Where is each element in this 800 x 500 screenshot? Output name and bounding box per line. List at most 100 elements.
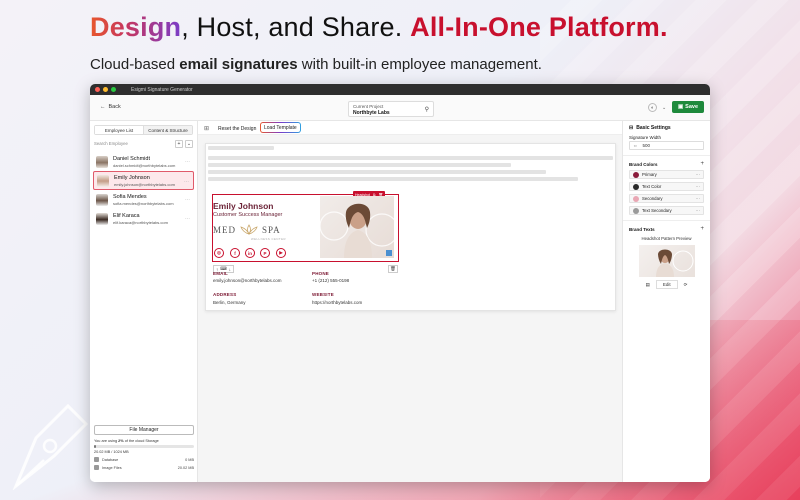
employee-item[interactable]: Sofia Mendes sofia.mendes@northbytelabs.c… xyxy=(93,190,194,209)
storage-usage: 20.02 MB / 1024 MB xyxy=(94,450,129,454)
more-options-icon[interactable]: ⋯ xyxy=(185,216,190,222)
storage-row-images: Image Files 20.02 MB xyxy=(94,465,194,470)
hero-title: Design, Host, and Share. All-In-One Plat… xyxy=(90,12,668,43)
storage-row-label: Image Files xyxy=(102,465,122,470)
current-project-selector[interactable]: Current Project Northbyte Labs ⚲ xyxy=(348,101,434,117)
add-employee-button[interactable]: + xyxy=(175,139,183,148)
back-label: Back xyxy=(108,104,121,110)
editor-toolbar: ⊞ Reset the Design Load Template xyxy=(198,121,622,135)
color-swatch xyxy=(633,207,639,214)
linkedin-icon[interactable]: in xyxy=(245,248,255,258)
project-label: Current Project xyxy=(353,104,384,109)
employee-item[interactable]: Daniel Schmidt daniel.schmidt@northbytela… xyxy=(93,152,194,171)
employee-item[interactable]: Elif Karaca elif.karaca@northbytelabs.com… xyxy=(93,209,194,228)
employee-sidebar: Employee List Content & Structure Search… xyxy=(90,121,198,482)
logo-text-left: MED xyxy=(213,224,236,235)
facebook-icon[interactable]: f xyxy=(230,248,240,258)
edit-headshot-button[interactable]: Edit xyxy=(655,280,678,289)
grid-icon[interactable]: ⊞ xyxy=(204,125,209,132)
color-name: Text Color xyxy=(642,184,662,189)
signature-width-label: Signature Width xyxy=(629,135,662,140)
arrow-down-icon[interactable]: ↓ xyxy=(229,267,231,272)
back-button[interactable]: ← Back xyxy=(100,104,121,110)
brand-colors-title: Brand Colors xyxy=(629,161,658,167)
color-swatch xyxy=(633,195,639,202)
employee-item-selected[interactable]: Emily Johnson emily.johnson@northbytelabs… xyxy=(93,171,194,190)
window-title: Esigmi Signature Generator xyxy=(131,86,193,93)
address-value: Berlin, Germany xyxy=(213,300,246,305)
employee-email: daniel.schmidt@northbytelabs.com xyxy=(113,162,176,168)
website-value: https://northbytelabs.com xyxy=(312,300,363,305)
load-template-button[interactable]: Load Template xyxy=(260,122,301,133)
more-options-icon[interactable]: ⋯ xyxy=(696,184,701,190)
hero-sub-post: with built-in employee management. xyxy=(297,56,542,73)
signature-canvas: Headshot ⧉ 🗑 Emily Johnson Customer Succ… xyxy=(205,143,616,311)
delete-block-button[interactable]: 🗑 xyxy=(388,265,398,273)
headshot-preview xyxy=(655,249,693,277)
storage-row-size: 0 MB xyxy=(185,457,194,462)
more-options-icon[interactable]: ⋯ xyxy=(185,159,190,165)
chevron-down-icon[interactable]: ⌄ xyxy=(662,105,666,111)
save-icon: ▣ xyxy=(677,104,684,110)
sort-dropdown-button[interactable]: ⌄ xyxy=(185,139,193,148)
more-options-icon[interactable]: ⋯ xyxy=(696,208,701,214)
settings-panel: ⊟ Basic Settings Signature Width ⇔ 500 B… xyxy=(622,121,710,482)
placeholder-line xyxy=(208,177,578,181)
more-options-icon[interactable]: ⋯ xyxy=(696,172,701,178)
storage-row-database: Database 0 MB xyxy=(94,457,194,462)
brand-texts-title: Brand Texts xyxy=(629,226,655,232)
color-name: Text Secondary xyxy=(642,208,672,213)
company-logo: MED SPA xyxy=(213,224,281,235)
close-window-button[interactable] xyxy=(95,87,100,92)
hero-title-mid: , Host, and Share. xyxy=(181,12,411,42)
color-row-text[interactable]: Text Color ⋯ xyxy=(629,182,704,191)
avatar xyxy=(97,174,109,187)
signature-editor: ⊞ Reset the Design Load Template Headsho… xyxy=(198,121,622,482)
project-value: Northbyte Labs xyxy=(353,110,390,116)
save-label: Save xyxy=(685,104,699,110)
add-text-button[interactable]: + xyxy=(700,226,704,232)
signature-width-value: 500 xyxy=(642,143,651,148)
employee-name: Sofia Mendes xyxy=(113,193,147,200)
search-employee-input[interactable]: Search Employee xyxy=(94,141,173,146)
storage-note-pre: You are using xyxy=(94,439,119,443)
save-button[interactable]: ▣ Save xyxy=(672,101,704,113)
image-icon[interactable]: ▤ xyxy=(646,282,650,288)
signature-role: Customer Success Manager xyxy=(213,212,283,218)
reset-design-button[interactable]: Reset the Design xyxy=(218,124,256,134)
instagram-icon[interactable]: ◎ xyxy=(214,248,224,258)
refresh-icon[interactable]: ⟳ xyxy=(684,282,688,288)
divider xyxy=(623,155,710,156)
add-color-button[interactable]: + xyxy=(700,161,704,167)
storage-note-post: of the cloud Storage xyxy=(123,439,159,443)
app-window: Esigmi Signature Generator ← Back Curren… xyxy=(90,84,710,482)
youtube-icon[interactable]: ▶ xyxy=(276,248,286,258)
pinterest-icon[interactable]: P xyxy=(260,248,270,258)
signature-width-input[interactable]: ⇔ 500 xyxy=(629,141,704,150)
avatar xyxy=(96,155,108,168)
headshot-photo[interactable] xyxy=(320,196,394,258)
file-manager-button[interactable]: File Manager xyxy=(94,425,194,435)
more-options-icon[interactable]: ⋯ xyxy=(696,196,701,202)
brand-colors-header: Brand Colors + xyxy=(629,161,704,167)
more-options-icon[interactable]: ⋯ xyxy=(184,179,189,185)
storage-row-label: Database xyxy=(102,457,119,462)
color-row-text-secondary[interactable]: Text Secondary ⋯ xyxy=(629,206,704,215)
more-options-icon[interactable]: ⋯ xyxy=(185,197,190,203)
basic-settings-title: Basic Settings xyxy=(636,125,671,131)
tab-content-structure[interactable]: Content & Structure xyxy=(144,126,192,134)
placeholder-line xyxy=(208,170,546,174)
brand-texts-header: Brand Texts + xyxy=(629,226,704,232)
database-icon xyxy=(94,457,99,462)
maximize-window-button[interactable] xyxy=(111,87,116,92)
color-row-secondary[interactable]: Secondary ⋯ xyxy=(629,194,704,203)
sidebar-tabs: Employee List Content & Structure xyxy=(94,125,193,135)
lotus-icon xyxy=(240,224,258,235)
minimize-window-button[interactable] xyxy=(103,87,108,92)
theme-icon[interactable]: ◐ xyxy=(648,103,657,112)
color-name: Secondary xyxy=(642,196,663,201)
tab-employee-list[interactable]: Employee List xyxy=(95,126,144,134)
employee-email: emily.johnson@northbytelabs.com xyxy=(114,181,175,187)
color-row-primary[interactable]: Primary ⋯ xyxy=(629,170,704,179)
hero-sub-bold: email signatures xyxy=(179,56,298,73)
